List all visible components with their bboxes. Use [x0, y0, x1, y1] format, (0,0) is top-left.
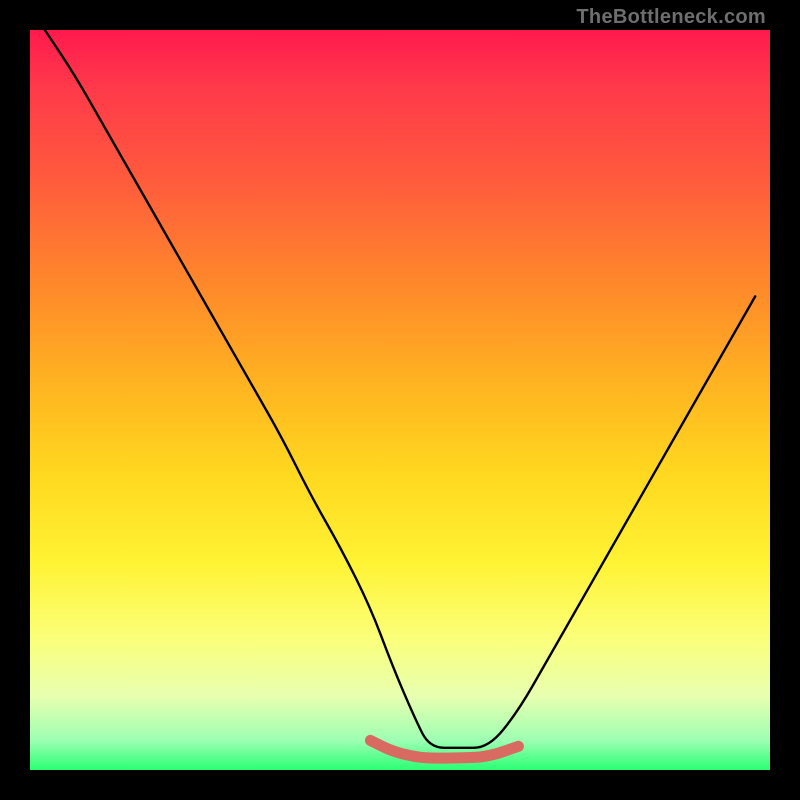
flat-highlight-coral — [370, 740, 518, 758]
curve-main-black — [45, 30, 755, 748]
plot-area — [30, 30, 770, 770]
curve-layer — [30, 30, 770, 770]
watermark-text: TheBottleneck.com — [576, 6, 766, 29]
chart-frame: TheBottleneck.com — [0, 0, 800, 800]
